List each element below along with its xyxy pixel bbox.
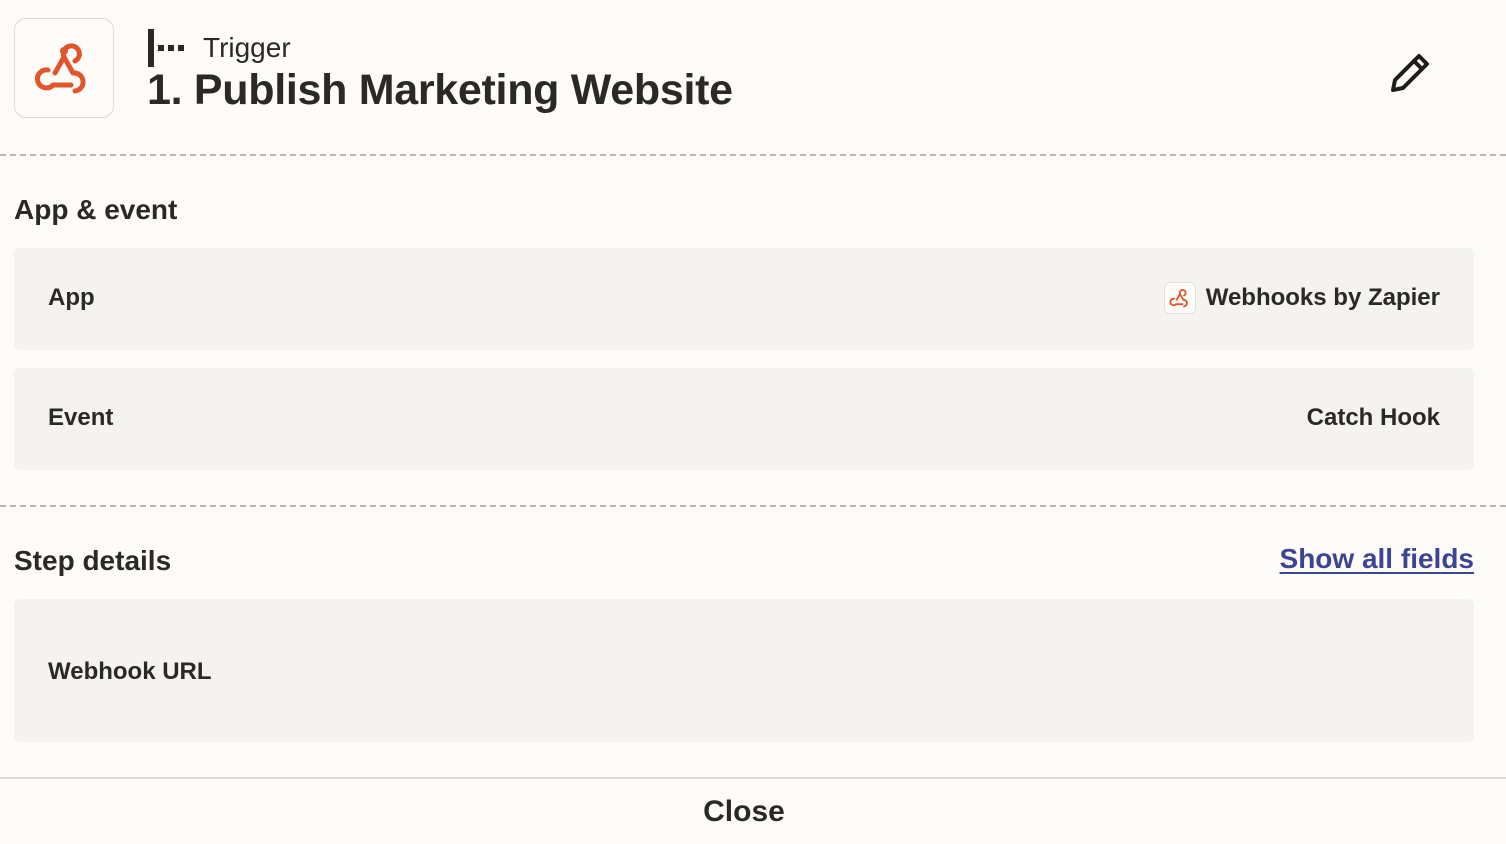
close-button[interactable]: Close (0, 779, 1488, 844)
webhook-icon (1163, 282, 1196, 314)
app-event-section-title: App & event (14, 194, 178, 225)
webhook-url-row[interactable]: Webhook URL (14, 599, 1474, 742)
event-row[interactable]: Event Catch Hook (14, 368, 1474, 470)
step-type-row: Trigger (148, 28, 291, 68)
section-divider (0, 505, 1506, 507)
step-type-label: Trigger (203, 32, 291, 63)
app-name: Webhooks by Zapier (1205, 284, 1440, 311)
edit-button[interactable] (1382, 45, 1438, 101)
show-all-fields-link[interactable]: Show all fields (1280, 543, 1474, 575)
pencil-icon (1391, 54, 1429, 92)
step-panel: Trigger 1. Publish Marketing Website App… (0, 0, 1506, 844)
step-details-section-title: Step details (14, 545, 172, 576)
step-title: 1. Publish Marketing Website (147, 66, 733, 114)
webhook-icon (34, 43, 86, 94)
webhook-url-label: Webhook URL (48, 658, 212, 685)
app-icon-tile (14, 18, 114, 118)
event-row-label: Event (48, 404, 114, 431)
event-row-value: Catch Hook (1306, 404, 1440, 431)
header-divider (0, 154, 1506, 156)
app-row-label: App (48, 284, 95, 311)
app-row-value: Webhooks by Zapier (1163, 282, 1440, 314)
trigger-step-icon (148, 28, 188, 68)
app-row[interactable]: App Webhooks by Zapier (14, 248, 1474, 350)
step-header: Trigger 1. Publish Marketing Website (0, 0, 1506, 155)
